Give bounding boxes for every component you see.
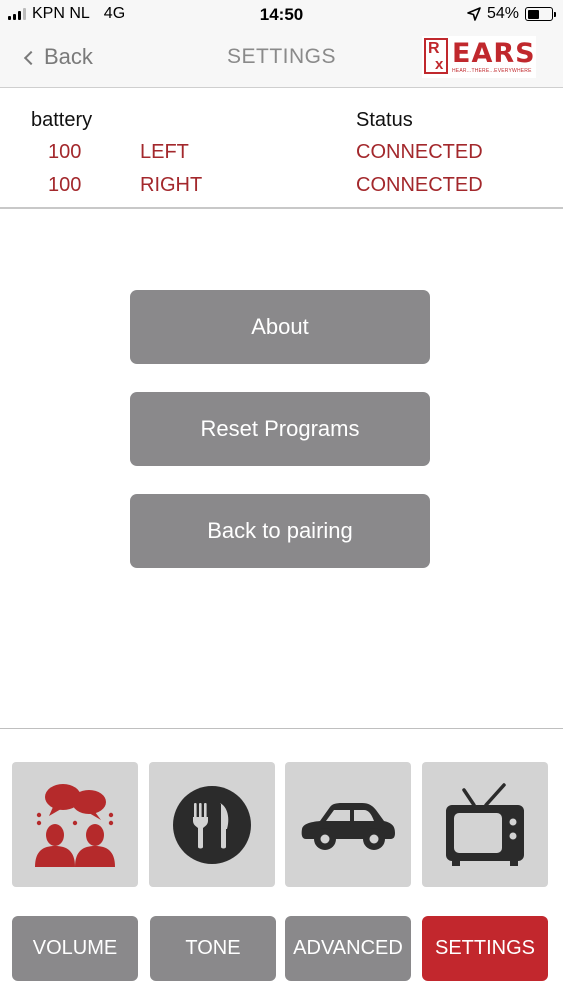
status-right: 54% xyxy=(467,5,556,23)
connection-status: CONNECTED xyxy=(356,174,483,196)
tab-settings[interactable]: SETTINGS xyxy=(422,916,548,981)
battery-level: 100 xyxy=(48,141,82,163)
divider xyxy=(0,728,563,729)
conversation-icon xyxy=(35,783,115,867)
rxears-logo: R x EARS HEAR...THERE...EVERYWHERE xyxy=(422,36,536,78)
program-car[interactable] xyxy=(285,762,411,887)
tab-tone[interactable]: TONE xyxy=(150,916,276,981)
reset-programs-button[interactable]: Reset Programs xyxy=(130,392,430,466)
tab-advanced[interactable]: ADVANCED xyxy=(285,916,411,981)
tab-volume[interactable]: VOLUME xyxy=(12,916,138,981)
device-row-left: 100 LEFT CONNECTED xyxy=(0,141,563,171)
device-side: LEFT xyxy=(140,141,189,163)
connection-status: CONNECTED xyxy=(356,141,483,163)
program-tv[interactable] xyxy=(422,762,548,887)
location-arrow-icon xyxy=(467,7,481,21)
nav-bar: Back SETTINGS R x EARS HEAR...THERE...EV… xyxy=(0,30,563,88)
rx-mark: R x xyxy=(424,38,448,74)
battery-percent: 54% xyxy=(486,5,519,22)
restaurant-icon xyxy=(173,785,251,864)
battery-header: battery xyxy=(31,109,93,131)
back-to-pairing-button[interactable]: Back to pairing xyxy=(130,494,430,568)
status-header: Status xyxy=(356,109,413,131)
logo-wordmark: EARS xyxy=(452,38,536,69)
car-icon xyxy=(301,802,395,850)
logo-tagline: HEAR...THERE...EVERYWHERE xyxy=(452,68,532,74)
device-row-right: 100 RIGHT CONNECTED xyxy=(0,174,563,204)
device-status-panel: battery Status 100 LEFT CONNECTED 100 RI… xyxy=(0,88,563,209)
about-button[interactable]: About xyxy=(130,290,430,364)
tv-icon xyxy=(446,782,524,866)
battery-level: 100 xyxy=(48,174,82,196)
program-restaurant[interactable] xyxy=(149,762,275,887)
status-bar: KPN NL 4G 14:50 54% xyxy=(0,0,563,30)
device-side: RIGHT xyxy=(140,174,203,196)
battery-icon xyxy=(525,7,556,21)
program-conversation[interactable] xyxy=(12,762,138,887)
